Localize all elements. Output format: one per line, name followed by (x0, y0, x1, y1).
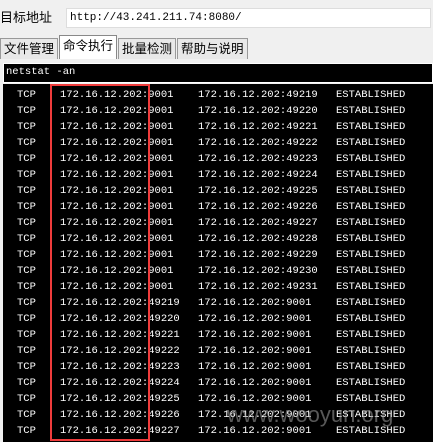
foreign-address: 172.16.12.202:9001 (198, 329, 312, 341)
state: ESTABLISHED (336, 121, 406, 133)
foreign-address: 172.16.12.202:49226 (198, 201, 318, 213)
command-input[interactable]: netstat -an (3, 63, 433, 83)
state: ESTABLISHED (336, 361, 406, 373)
state: ESTABLISHED (336, 217, 406, 229)
protocol: TCP (17, 329, 36, 341)
protocol: TCP (17, 89, 36, 101)
state: ESTABLISHED (336, 137, 406, 149)
state: ESTABLISHED (336, 281, 406, 293)
url-input[interactable]: http://43.241.211.74:8080/ (66, 8, 431, 28)
foreign-address: 172.16.12.202:49221 (198, 121, 318, 133)
protocol: TCP (17, 313, 36, 325)
protocol: TCP (17, 393, 36, 405)
foreign-address: 172.16.12.202:49227 (198, 217, 318, 229)
tab-command-exec[interactable]: 命令执行 (59, 35, 118, 59)
foreign-address: 172.16.12.202:9001 (198, 377, 312, 389)
state: ESTABLISHED (336, 265, 406, 277)
tab-help[interactable]: 帮助与说明 (177, 38, 248, 59)
state: ESTABLISHED (336, 89, 406, 101)
foreign-address: 172.16.12.202:49219 (198, 89, 318, 101)
foreign-address: 172.16.12.202:9001 (198, 345, 312, 357)
state: ESTABLISHED (336, 249, 406, 261)
protocol: TCP (17, 185, 36, 197)
foreign-address: 172.16.12.202:9001 (198, 297, 312, 309)
foreign-address: 172.16.12.202:49225 (198, 185, 318, 197)
foreign-address: 172.16.12.202:9001 (198, 313, 312, 325)
foreign-address: 172.16.12.202:49228 (198, 233, 318, 245)
foreign-address: 172.16.12.202:49230 (198, 265, 318, 277)
protocol: TCP (17, 345, 36, 357)
foreign-address: 172.16.12.202:49223 (198, 153, 318, 165)
protocol: TCP (17, 169, 36, 181)
state: ESTABLISHED (336, 233, 406, 245)
protocol: TCP (17, 217, 36, 229)
state: ESTABLISHED (336, 297, 406, 309)
protocol: TCP (17, 105, 36, 117)
foreign-address: 172.16.12.202:49224 (198, 169, 318, 181)
foreign-address: 172.16.12.202:49231 (198, 281, 318, 293)
state: ESTABLISHED (336, 153, 406, 165)
protocol: TCP (17, 377, 36, 389)
protocol: TCP (17, 249, 36, 261)
protocol: TCP (17, 265, 36, 277)
protocol: TCP (17, 361, 36, 373)
protocol: TCP (17, 281, 36, 293)
protocol: TCP (17, 409, 36, 421)
protocol: TCP (17, 137, 36, 149)
protocol: TCP (17, 425, 36, 437)
foreign-address: 172.16.12.202:49229 (198, 249, 318, 261)
protocol: TCP (17, 233, 36, 245)
tab-batch-check[interactable]: 批量检测 (118, 38, 177, 59)
foreign-address: 172.16.12.202:49222 (198, 137, 318, 149)
state: ESTABLISHED (336, 377, 406, 389)
state: ESTABLISHED (336, 345, 406, 357)
target-address-label: 目标地址 (0, 11, 53, 26)
tab-file-manager[interactable]: 文件管理 (0, 38, 59, 59)
protocol: TCP (17, 121, 36, 133)
protocol: TCP (17, 297, 36, 309)
foreign-address: 172.16.12.202:9001 (198, 361, 312, 373)
state: ESTABLISHED (336, 313, 406, 325)
protocol: TCP (17, 153, 36, 165)
watermark: www.wooyun.org (227, 402, 394, 427)
state: ESTABLISHED (336, 201, 406, 213)
state: ESTABLISHED (336, 185, 406, 197)
state: ESTABLISHED (336, 105, 406, 117)
protocol: TCP (17, 201, 36, 213)
highlight-box (50, 84, 150, 441)
foreign-address: 172.16.12.202:49220 (198, 105, 318, 117)
state: ESTABLISHED (336, 329, 406, 341)
state: ESTABLISHED (336, 169, 406, 181)
tab-bar: 文件管理 命令执行 批量检测 帮助与说明 (0, 35, 249, 59)
